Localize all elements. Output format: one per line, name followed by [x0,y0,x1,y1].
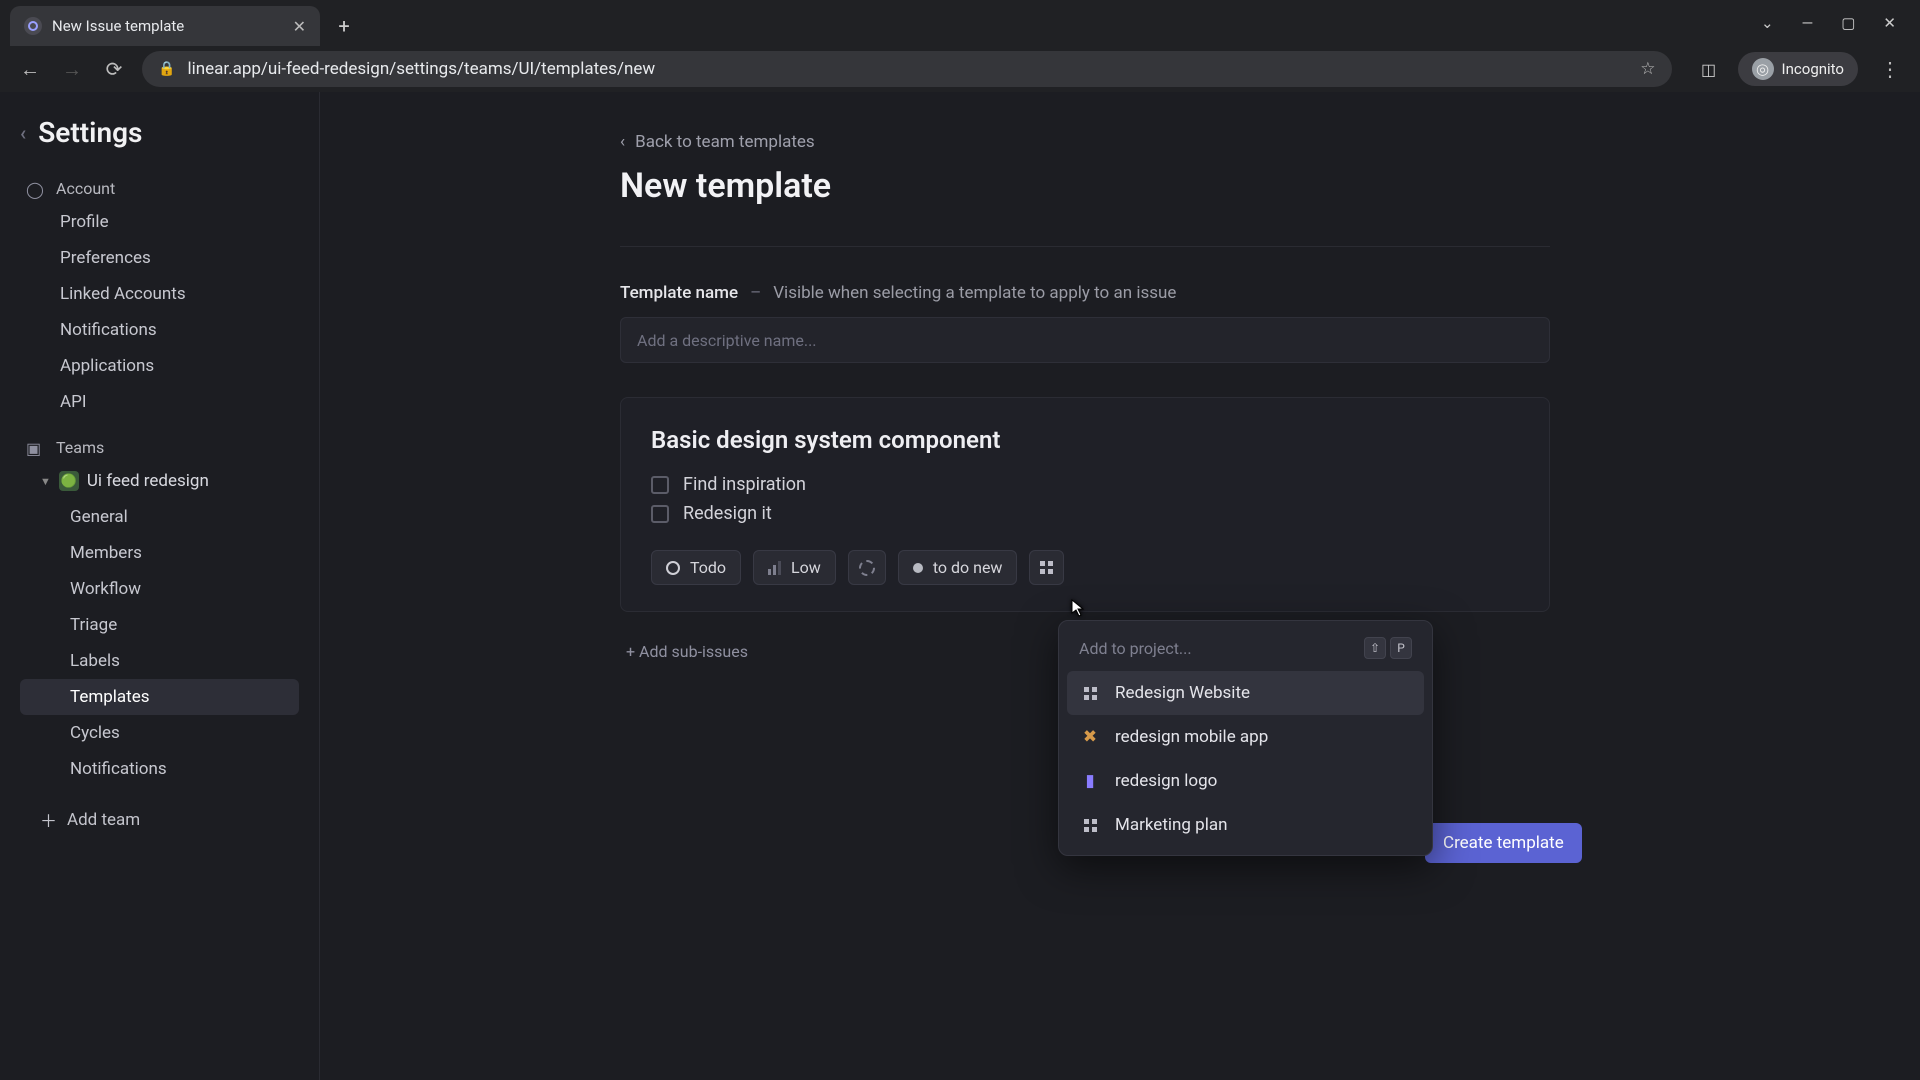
sidebar-item[interactable]: Triage [20,607,299,643]
lock-icon: 🔒 [158,61,175,77]
label-dot-icon [913,563,923,573]
project-option[interactable]: Redesign Website [1067,671,1424,715]
chevron-left-icon: ‹ [620,132,625,152]
template-card: Basic design system component Find inspi… [620,397,1550,612]
incognito-label: Incognito [1782,60,1844,78]
sidebar-item[interactable]: Profile [20,204,299,240]
template-name-hint: Visible when selecting a template to app… [773,283,1176,303]
assignee-chip[interactable] [848,550,886,585]
incognito-icon: ◎ [1752,58,1774,80]
divider [620,246,1550,247]
project-option[interactable]: ✖redesign mobile app [1067,715,1424,759]
create-template-button[interactable]: Create template [1425,823,1582,863]
tab-title: New Issue template [52,17,184,35]
sidebar-item[interactable]: Cycles [20,715,299,751]
back-button[interactable]: ← [16,55,44,83]
sidebar-item[interactable]: Notifications [20,312,299,348]
template-name-label: Template name [620,283,738,303]
priority-icon [768,561,781,575]
teams-section-header: ▣ Teams [26,438,299,457]
breadcrumb-back[interactable]: ‹ Back to team templates [620,132,1840,152]
sidebar-item[interactable]: Notifications [20,751,299,787]
team-row[interactable]: ▼ 🟢 Ui feed redesign [20,463,299,499]
add-team-button[interactable]: ＋ Add team [20,795,299,844]
shortcut-hint: ⇧ P [1364,637,1412,659]
tab-close-icon[interactable]: ✕ [293,17,306,36]
project-option[interactable]: Marketing plan [1067,803,1424,847]
page-title: New template [620,166,1840,206]
settings-back-icon[interactable]: ‹ [20,121,26,145]
plus-icon: ＋ [40,807,57,832]
team-name: Ui feed redesign [87,471,209,491]
browser-tab[interactable]: New Issue template ✕ [10,6,320,46]
grid-icon [1081,684,1099,702]
close-window-button[interactable]: ✕ [1883,14,1896,32]
incognito-indicator[interactable]: ◎ Incognito [1738,52,1858,86]
account-section-header: ◯ Account [26,179,299,198]
grid-icon [1081,816,1099,834]
label-chip[interactable]: to do new [898,550,1018,585]
sidebar-item[interactable]: API [20,384,299,420]
project-search-input[interactable] [1079,639,1354,658]
sidebar-item[interactable]: Preferences [20,240,299,276]
sidebar-item[interactable]: General [20,499,299,535]
sidebar-item[interactable]: Linked Accounts [20,276,299,312]
address-bar[interactable]: 🔒 linear.app/ui-feed-redesign/settings/t… [142,51,1672,87]
chevron-down-icon[interactable]: ⌄ [1761,14,1774,32]
tab-favicon [24,17,42,35]
caret-down-icon: ▼ [40,475,51,488]
maximize-button[interactable]: ▢ [1841,14,1855,32]
url-text: linear.app/ui-feed-redesign/settings/tea… [187,59,655,79]
new-tab-button[interactable]: + [328,10,360,42]
tools-icon: ✖ [1081,728,1099,746]
checklist-item[interactable]: Redesign it [651,503,1519,524]
account-icon: ◯ [26,180,44,198]
teams-icon: ▣ [26,439,44,457]
doc-icon: ▮ [1081,772,1099,790]
status-chip[interactable]: Todo [651,550,741,585]
card-title: Basic design system component [651,426,1519,454]
template-name-input[interactable] [620,317,1550,363]
sidebar-item[interactable]: Members [20,535,299,571]
extensions-icon[interactable]: ◫ [1698,58,1720,80]
bookmark-icon[interactable]: ☆ [1640,59,1655,79]
project-icon [1040,561,1053,574]
project-option[interactable]: ▮redesign logo [1067,759,1424,803]
project-chip[interactable] [1029,550,1064,585]
status-icon [666,561,680,575]
checklist-item[interactable]: Find inspiration [651,474,1519,495]
sidebar-item[interactable]: Labels [20,643,299,679]
project-popover: ⇧ P Redesign Website✖redesign mobile app… [1058,620,1433,856]
settings-title: Settings [38,116,142,149]
team-badge-icon: 🟢 [59,471,79,491]
reload-button[interactable]: ⟳ [100,55,128,83]
assignee-icon [859,560,875,576]
sidebar-item[interactable]: Applications [20,348,299,384]
minimize-button[interactable]: — [1802,14,1814,32]
kebab-menu-icon[interactable]: ⋮ [1876,55,1904,83]
forward-button[interactable]: → [58,55,86,83]
priority-chip[interactable]: Low [753,550,836,585]
sidebar-item[interactable]: Workflow [20,571,299,607]
sidebar-item[interactable]: Templates [20,679,299,715]
checkbox-icon[interactable] [651,476,669,494]
checkbox-icon[interactable] [651,505,669,523]
